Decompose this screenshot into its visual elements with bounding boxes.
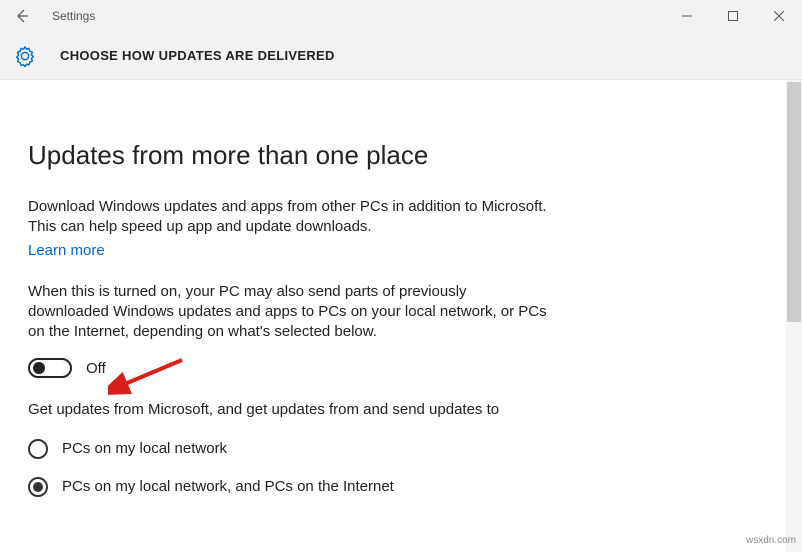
- gear-icon: [14, 45, 36, 67]
- toggle-state-label: Off: [86, 360, 106, 377]
- back-button[interactable]: [0, 0, 44, 32]
- minimize-button[interactable]: [664, 0, 710, 32]
- radio-label: PCs on my local network, and PCs on the …: [62, 478, 394, 495]
- toggle-description: When this is turned on, your PC may also…: [28, 282, 548, 343]
- toggle-row: Off: [28, 358, 774, 378]
- maximize-icon: [728, 11, 738, 21]
- scrollbar-thumb[interactable]: [787, 82, 801, 322]
- toggle-knob: [33, 362, 45, 374]
- content-area: Updates from more than one place Downloa…: [0, 80, 802, 552]
- close-icon: [774, 11, 784, 21]
- scrollbar[interactable]: [786, 80, 802, 552]
- window-controls: [664, 0, 802, 32]
- watermark: wsxdn.com: [746, 535, 796, 546]
- radio-group-intro: Get updates from Microsoft, and get upda…: [28, 400, 548, 420]
- page-header-title: CHOOSE HOW UPDATES ARE DELIVERED: [60, 48, 335, 63]
- delivery-toggle[interactable]: [28, 358, 72, 378]
- learn-more-link[interactable]: Learn more: [28, 242, 105, 259]
- header-bar: CHOOSE HOW UPDATES ARE DELIVERED: [0, 32, 802, 80]
- intro-text: Download Windows updates and apps from o…: [28, 197, 548, 238]
- titlebar: Settings: [0, 0, 802, 32]
- back-arrow-icon: [14, 8, 30, 24]
- radio-circle-icon: [28, 477, 48, 497]
- radio-option-local[interactable]: PCs on my local network: [28, 439, 774, 459]
- close-button[interactable]: [756, 0, 802, 32]
- minimize-icon: [682, 11, 692, 21]
- page-heading: Updates from more than one place: [28, 140, 774, 171]
- window-title: Settings: [52, 9, 95, 23]
- radio-label: PCs on my local network: [62, 440, 227, 457]
- maximize-button[interactable]: [710, 0, 756, 32]
- radio-circle-icon: [28, 439, 48, 459]
- radio-option-internet[interactable]: PCs on my local network, and PCs on the …: [28, 477, 774, 497]
